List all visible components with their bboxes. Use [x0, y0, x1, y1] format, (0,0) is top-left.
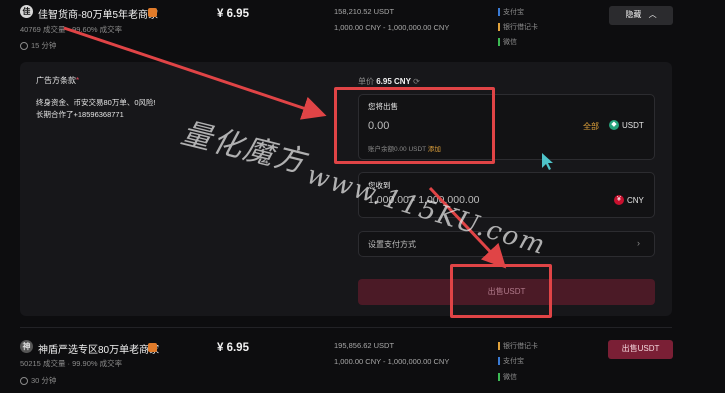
cursor-icon [542, 153, 553, 170]
arrow-to-sell-box [63, 26, 327, 120]
